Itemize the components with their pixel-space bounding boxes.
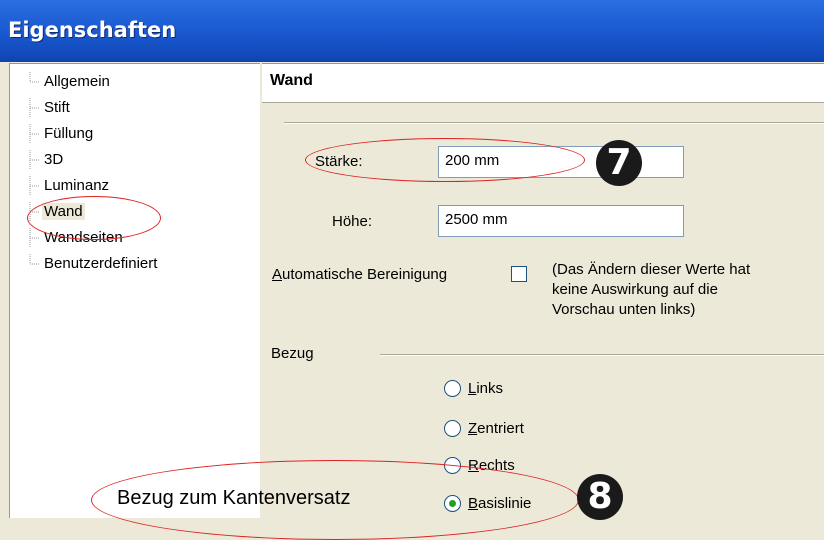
panel-title: Wand bbox=[270, 72, 313, 89]
note-text: (Das Ändern dieser Werte hat keine Auswi… bbox=[552, 260, 750, 320]
radio-links[interactable] bbox=[444, 380, 461, 397]
radio-links-label[interactable]: Links bbox=[468, 380, 503, 397]
note-line: keine Auswirkung auf die bbox=[552, 281, 718, 298]
step-badge-7: 7 bbox=[596, 140, 642, 186]
tree-connector bbox=[29, 124, 40, 144]
highlight-ellipse-staerke bbox=[305, 138, 585, 182]
auto-cleanup-label: Automatische Bereinigung bbox=[272, 266, 447, 283]
panel-header: Wand bbox=[262, 63, 824, 103]
bezug-separator bbox=[380, 354, 824, 356]
tree-item-label: Stift bbox=[44, 99, 70, 116]
tree-connector bbox=[29, 150, 40, 170]
category-tree[interactable]: Allgemein Stift Füllung 3D Luminanz Wand… bbox=[9, 63, 260, 518]
note-line: (Das Ändern dieser Werte hat bbox=[552, 261, 751, 278]
tree-connector bbox=[29, 228, 40, 248]
hoehe-label: Höhe: bbox=[332, 213, 373, 230]
tree-item-label: 3D bbox=[44, 151, 64, 168]
tree-connector bbox=[29, 254, 40, 265]
note-line: Vorschau unten links) bbox=[552, 301, 696, 318]
callout-text: Bezug zum Kantenversatz bbox=[117, 487, 351, 509]
tree-item-label: Allgemein bbox=[44, 73, 110, 90]
radio-zentriert-label[interactable]: Zentriert bbox=[468, 420, 524, 437]
auto-cleanup-mnemonic: A bbox=[272, 266, 283, 283]
tree-connector bbox=[29, 72, 40, 83]
tree-item-label: Luminanz bbox=[44, 177, 110, 194]
title-bar: Eigenschaften bbox=[0, 0, 824, 62]
bezug-label: Bezug bbox=[271, 345, 314, 362]
window-title: Eigenschaften bbox=[8, 18, 177, 42]
tree-item-label: Benutzerdefiniert bbox=[44, 255, 158, 272]
auto-cleanup-text: utomatische Bereinigung bbox=[282, 266, 448, 283]
auto-cleanup-checkbox[interactable] bbox=[511, 266, 527, 282]
tree-connector bbox=[29, 176, 40, 196]
properties-panel: Wand Stärke: 200 mm Höhe: 2500 mm Automa… bbox=[262, 63, 824, 518]
highlight-ellipse-wand bbox=[27, 196, 161, 240]
radio-zentriert[interactable] bbox=[444, 420, 461, 437]
separator bbox=[284, 122, 824, 124]
step-badge-8: 8 bbox=[577, 474, 623, 520]
tree-connector bbox=[29, 98, 40, 118]
tree-item-label: Füllung bbox=[44, 125, 94, 142]
hoehe-input[interactable]: 2500 mm bbox=[438, 205, 684, 237]
